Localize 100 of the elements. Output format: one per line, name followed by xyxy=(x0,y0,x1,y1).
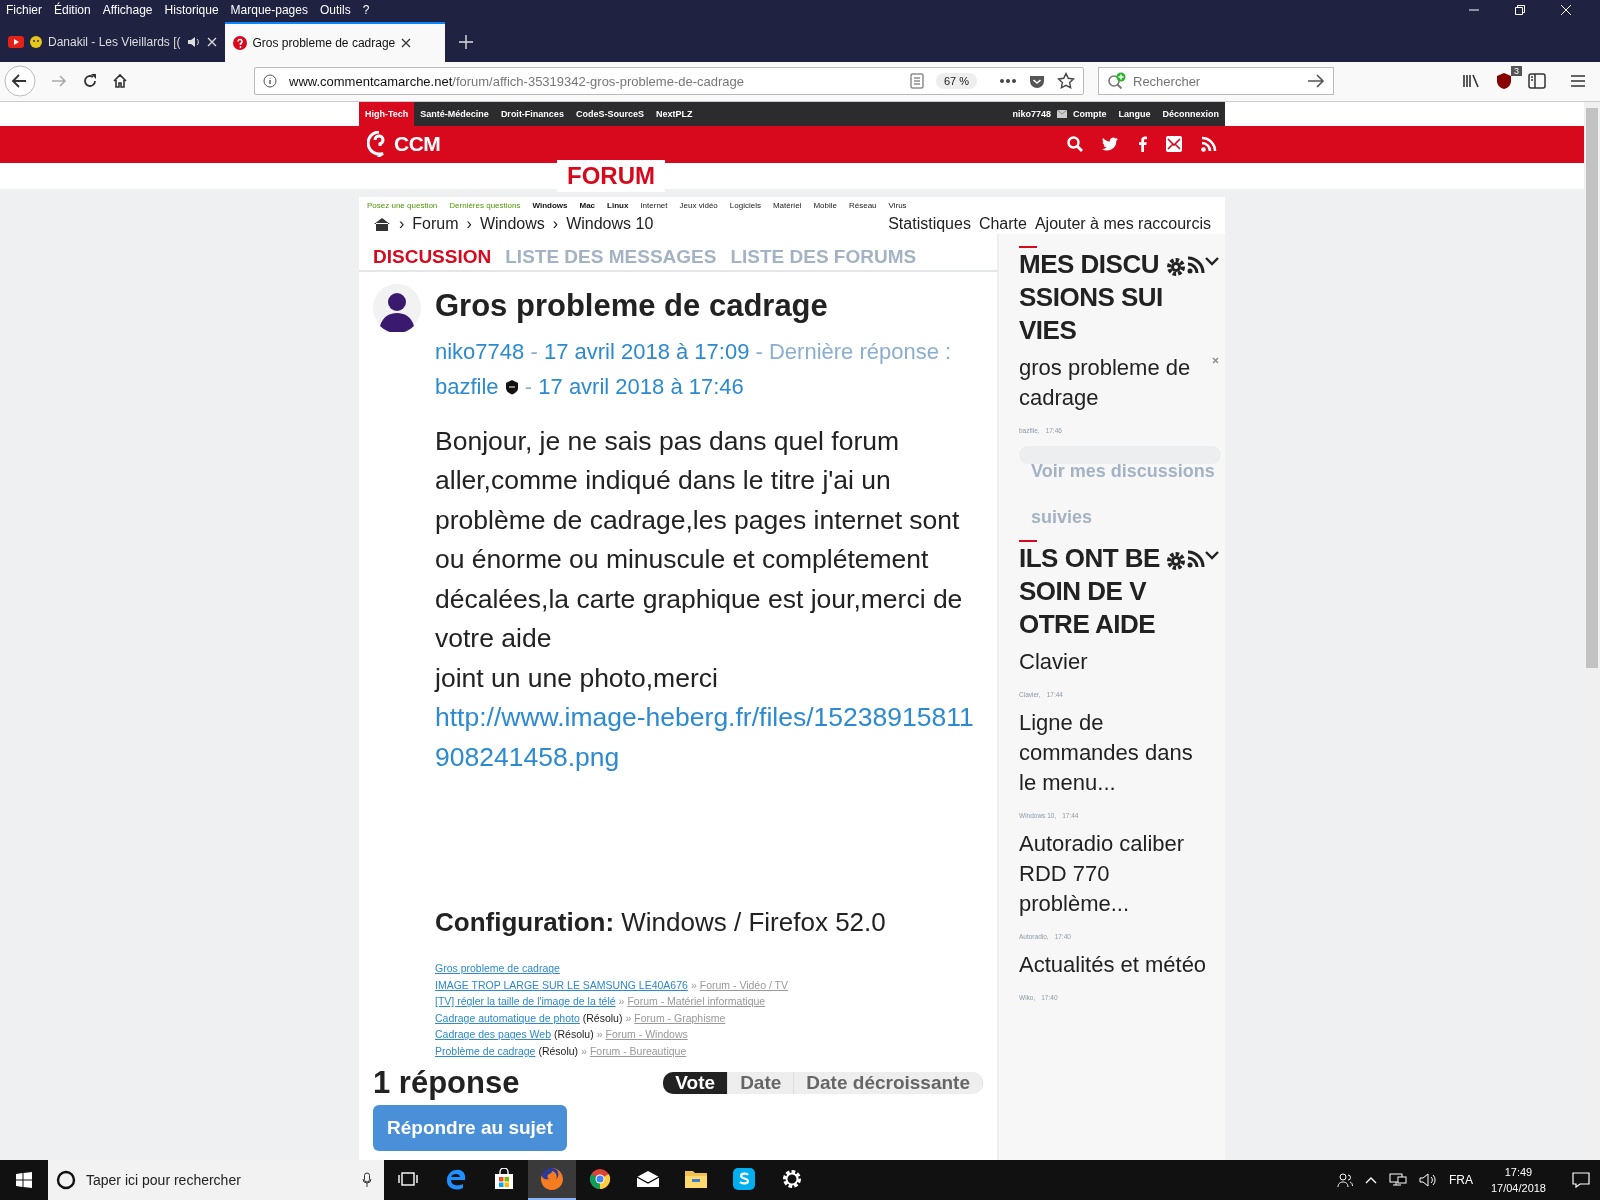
microphone-icon[interactable] xyxy=(362,1172,372,1188)
menu-icon[interactable] xyxy=(1570,74,1586,89)
username-link[interactable]: niko7748 xyxy=(1006,101,1057,126)
site-nav-link[interactable]: CodeS-SourceS xyxy=(569,101,650,126)
menu-item[interactable]: Marque-pages xyxy=(230,3,308,17)
star-icon[interactable] xyxy=(1057,72,1075,91)
home-icon[interactable] xyxy=(112,73,128,90)
account-link[interactable]: Langue xyxy=(1112,101,1157,126)
category-link[interactable]: Mobile xyxy=(813,200,837,210)
site-nav-link[interactable]: Droit-Finances xyxy=(494,101,570,126)
taskbar-search-field[interactable]: Taper ici pour rechercher xyxy=(48,1160,384,1200)
rss-icon[interactable] xyxy=(1187,549,1205,568)
windows-logo-icon[interactable] xyxy=(16,1172,32,1188)
gear-icon[interactable] xyxy=(1165,549,1187,572)
search-field[interactable]: Rechercher xyxy=(1098,67,1334,96)
author-link[interactable]: bazfile xyxy=(435,373,499,399)
browser-tab[interactable]: Danakil - Les Vieillards [( xyxy=(0,21,225,62)
breadcrumb-link[interactable]: Forum xyxy=(412,214,459,233)
home-icon[interactable] xyxy=(373,216,391,231)
site-nav-link[interactable]: High-Tech xyxy=(359,101,415,126)
category-link[interactable]: Posez une question xyxy=(367,200,438,210)
menu-item[interactable]: Édition xyxy=(54,3,91,17)
discussion-link[interactable]: gros probleme de cadrage xyxy=(1019,352,1221,413)
site-logo[interactable]: CCM xyxy=(367,131,441,158)
go-arrow-icon[interactable] xyxy=(1307,73,1325,90)
scrollbar[interactable] xyxy=(1584,101,1600,1160)
related-link[interactable]: IMAGE TROP LARGE SUR LE SAMSUNG LE40A676 xyxy=(435,976,688,994)
more-icon[interactable] xyxy=(999,78,1017,85)
pocket-icon[interactable] xyxy=(1029,73,1045,89)
image-link[interactable]: http://www.image-heberg.fr/files/15238915811908241458.png xyxy=(435,698,983,778)
category-link[interactable]: Matériel xyxy=(772,200,802,210)
site-nav-link[interactable]: NextPLZ xyxy=(649,101,699,126)
menu-item[interactable]: Outils xyxy=(319,3,351,17)
discussion-link[interactable]: Actualités et météo xyxy=(1019,949,1221,980)
menu-item[interactable]: Affichage xyxy=(102,3,153,17)
post-date[interactable]: 17 avril 2018 à 17:09 xyxy=(543,338,750,364)
info-icon[interactable] xyxy=(263,74,277,89)
address-bar[interactable]: www.commentcamarche.net/forum/affich-35319342-gros-probleme-de-cadrage 67 % xyxy=(254,67,1084,96)
shield-icon[interactable] xyxy=(1496,72,1512,91)
zoom-level[interactable]: 67 % xyxy=(935,73,977,90)
breadcrumb-link[interactable]: Windows 10 xyxy=(566,214,654,233)
site-nav-link[interactable]: Santé-Médecine xyxy=(414,101,495,126)
restore-icon[interactable] xyxy=(1514,4,1526,16)
notification-icon[interactable] xyxy=(1572,1172,1590,1188)
category-link[interactable]: Logiciels xyxy=(729,200,761,210)
discussion-link[interactable]: Autoradio caliber RDD 770 problème... xyxy=(1019,828,1221,919)
category-link[interactable]: Réseau xyxy=(848,200,877,210)
category-link[interactable]: Jeux vidéo xyxy=(679,200,718,210)
page-link[interactable]: Statistiques xyxy=(888,214,971,233)
category-link[interactable]: Virus xyxy=(888,200,907,210)
category-link[interactable]: Mac xyxy=(579,200,596,210)
menu-item[interactable]: Historique xyxy=(164,3,219,17)
gear-icon[interactable] xyxy=(1165,255,1187,278)
chevron-down-icon[interactable] xyxy=(1205,255,1219,266)
related-link[interactable]: Problème de cadrage xyxy=(435,1042,536,1060)
account-link[interactable]: Compte xyxy=(1066,101,1113,126)
bird-icon[interactable] xyxy=(1102,137,1119,152)
rss-icon[interactable] xyxy=(1187,255,1205,274)
envelope-icon[interactable] xyxy=(1056,109,1067,118)
new-tab-icon[interactable] xyxy=(458,34,473,49)
thread-tab[interactable]: DISCUSSION xyxy=(373,245,492,268)
clock-date[interactable]: 17/04/2018 xyxy=(1490,1180,1546,1196)
related-link[interactable]: Cadrage des pages Web xyxy=(435,1026,551,1043)
category-link[interactable]: Windows xyxy=(532,200,568,210)
author-link[interactable]: niko7748 xyxy=(435,338,525,364)
category-link[interactable]: Linux xyxy=(607,200,629,210)
sort-tab[interactable]: Date décroissante xyxy=(794,1072,983,1095)
post-date[interactable]: 17 avril 2018 à 17:46 xyxy=(538,373,744,399)
library-icon[interactable] xyxy=(1462,73,1480,90)
account-link[interactable]: Déconnexion xyxy=(1156,101,1225,126)
f-logo-icon[interactable] xyxy=(1138,136,1147,153)
related-link[interactable]: Gros probleme de cadrage xyxy=(435,960,560,977)
menu-item[interactable]: ? xyxy=(362,3,370,17)
browser-tab[interactable]: Gros probleme de cadrage xyxy=(224,21,445,62)
breadcrumb-link[interactable]: Windows xyxy=(479,214,545,233)
chevron-down-icon[interactable] xyxy=(1205,549,1219,560)
discussion-link[interactable]: Clavier xyxy=(1019,646,1221,677)
page-link[interactable]: Charte xyxy=(978,214,1027,233)
page-link[interactable]: Ajouter à mes raccourcis xyxy=(1034,214,1211,233)
reload-icon[interactable] xyxy=(82,73,98,90)
category-link[interactable]: Internet xyxy=(640,200,668,210)
people-icon[interactable] xyxy=(1336,1172,1353,1188)
clock-time[interactable]: 17:49 xyxy=(1504,1164,1533,1180)
search-icon[interactable] xyxy=(1067,136,1083,153)
sidebar-icon[interactable] xyxy=(1528,73,1546,90)
speaker-icon[interactable] xyxy=(186,35,201,48)
sort-tab[interactable]: Vote xyxy=(663,1072,729,1095)
related-link[interactable]: Cadrage automatique de photo xyxy=(435,1009,580,1027)
network-icon[interactable] xyxy=(1388,1172,1407,1188)
discussion-link[interactable]: Ligne de commandes dans le menu... xyxy=(1019,707,1221,798)
mail-icon[interactable] xyxy=(1166,136,1182,153)
sort-tab[interactable]: Date xyxy=(728,1072,795,1095)
speaker-icon[interactable] xyxy=(1418,1172,1437,1188)
close-tab-icon[interactable] xyxy=(401,37,412,48)
related-link[interactable]: [TV] régler la taille de l'image de la télé xyxy=(435,993,616,1010)
caret-up-icon[interactable] xyxy=(1364,1176,1377,1184)
category-link[interactable]: Dernières questions xyxy=(449,200,521,210)
menu-item[interactable]: Fichier xyxy=(6,3,42,17)
back-icon[interactable] xyxy=(4,65,36,98)
language-indicator[interactable]: FRA xyxy=(1448,1173,1473,1187)
